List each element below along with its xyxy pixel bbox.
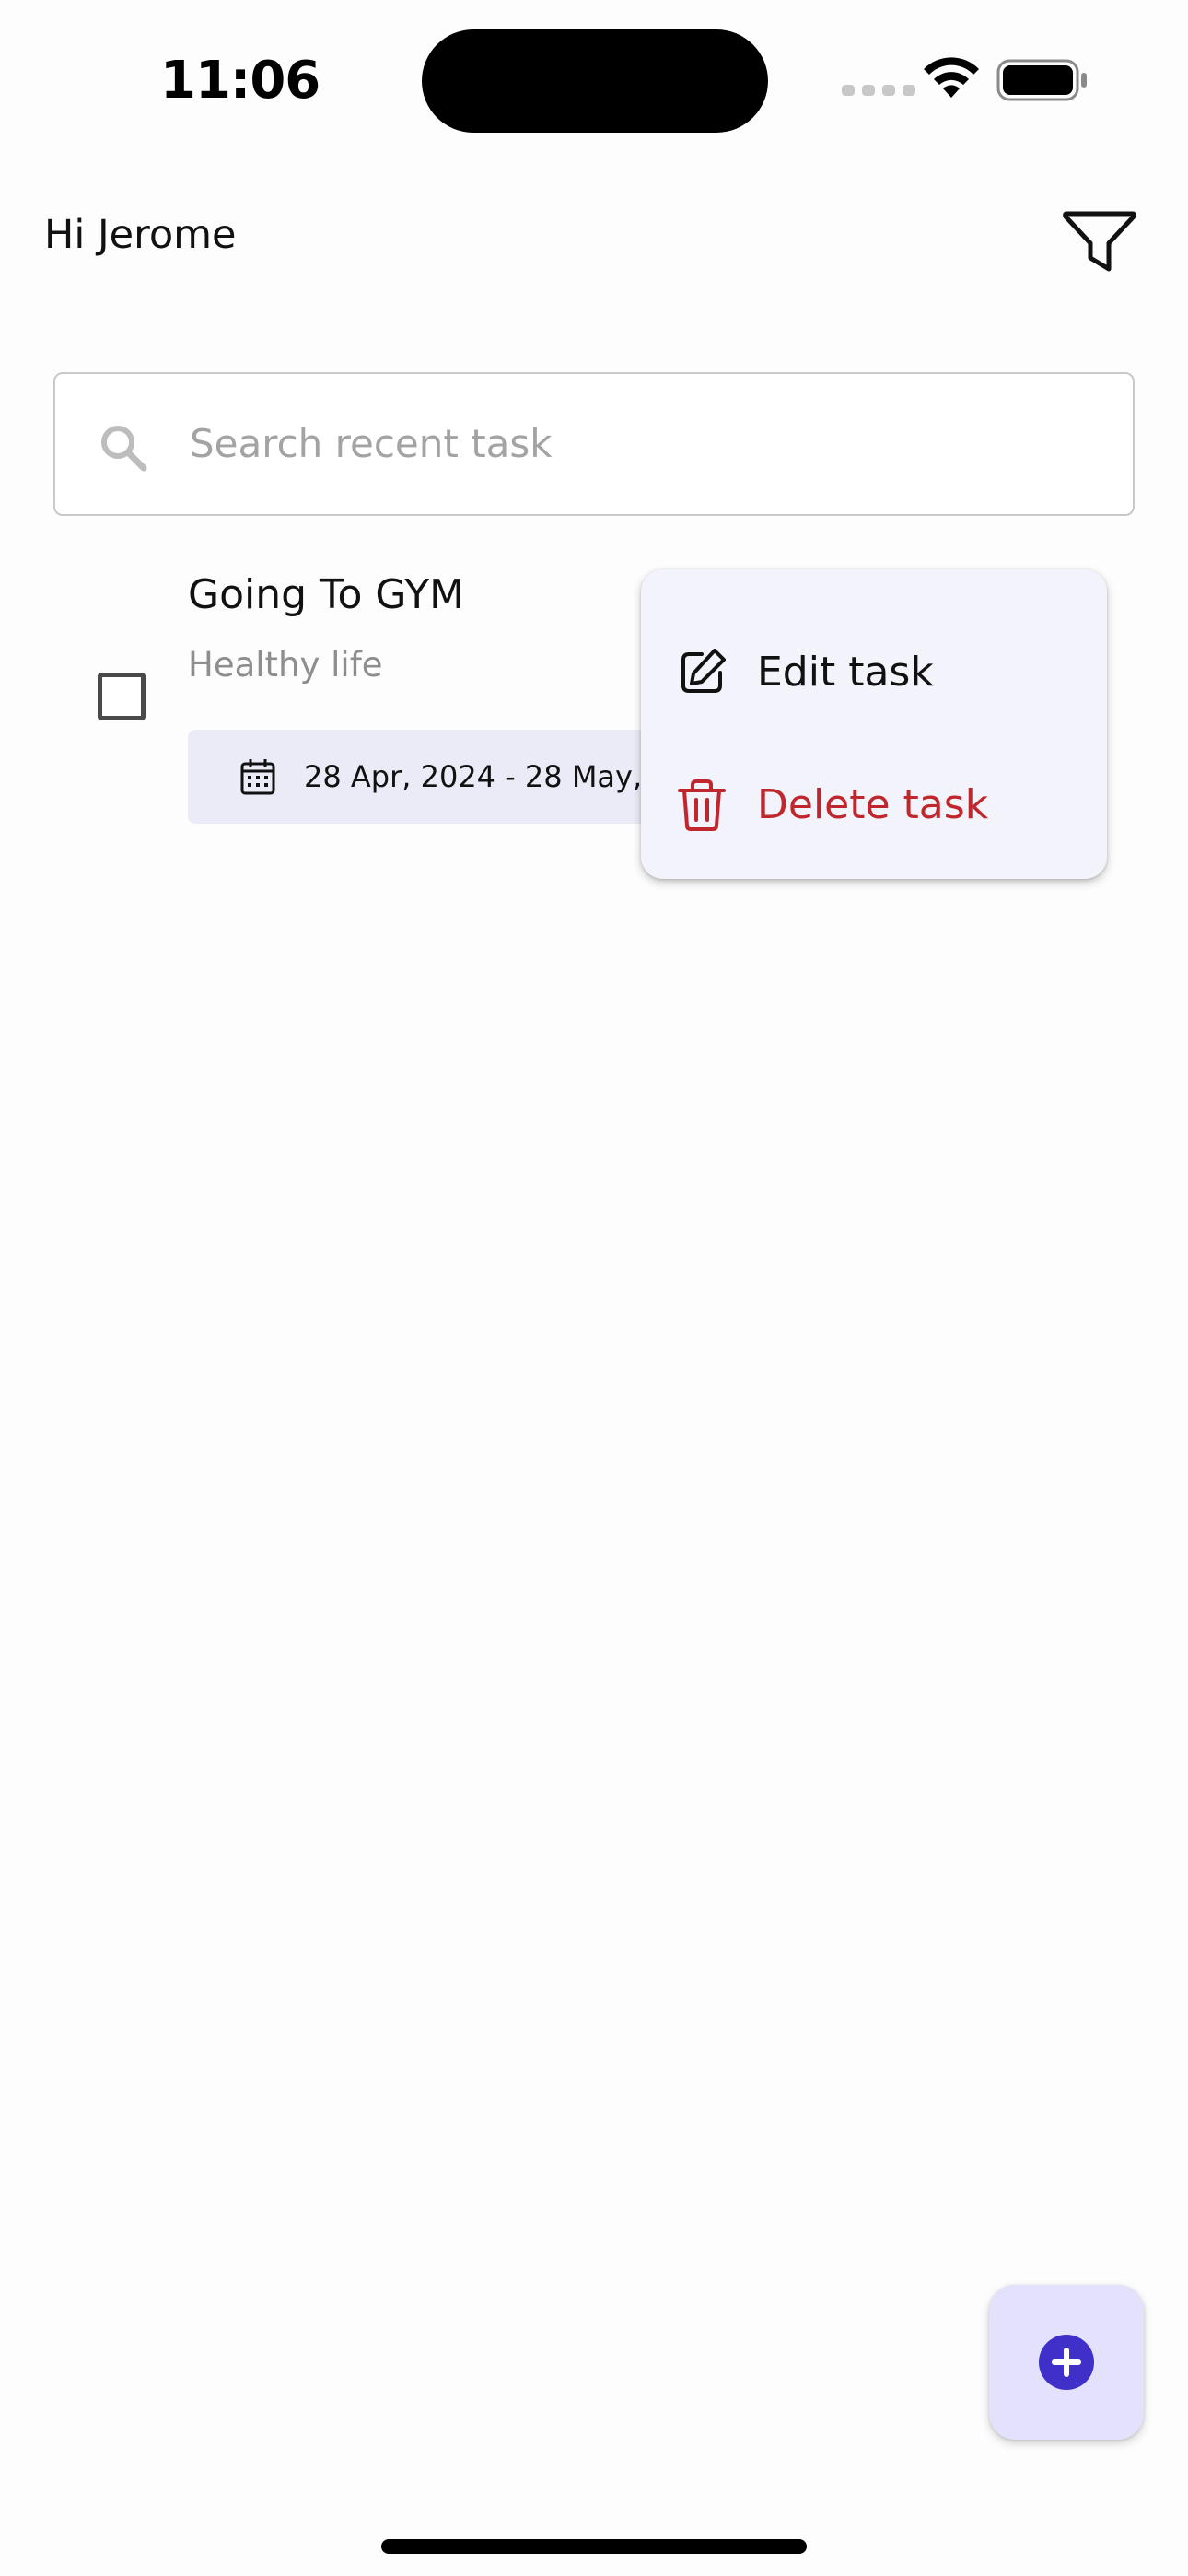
cellular-signal-icon: [842, 85, 915, 96]
edit-task-label: Edit task: [757, 649, 934, 696]
delete-task-label: Delete task: [757, 781, 989, 828]
task-list-screen: 11:06 Hi Jerome Search recent task Going…: [0, 0, 1188, 2576]
delete-task-menu-item[interactable]: Delete task: [641, 750, 1107, 861]
task-context-menu: Edit task Delete task: [641, 569, 1107, 879]
status-time: 11:06: [160, 51, 320, 111]
task-checkbox[interactable]: [98, 673, 146, 720]
search-field[interactable]: Search recent task: [53, 372, 1135, 516]
wifi-icon: [924, 57, 979, 98]
add-task-button[interactable]: [989, 2285, 1144, 2440]
plus-circle-icon: [1039, 2335, 1094, 2390]
task-title: Going To GYM: [188, 571, 465, 618]
battery-icon: [996, 59, 1087, 101]
search-icon: [101, 426, 147, 472]
edit-icon: [681, 649, 726, 693]
task-date-range: 28 Apr, 2024 - 28 May, 2: [304, 759, 670, 794]
trash-icon: [678, 779, 726, 831]
calendar-icon: [240, 759, 275, 795]
search-placeholder: Search recent task: [190, 421, 553, 466]
task-date-chip: 28 Apr, 2024 - 28 May, 2: [188, 730, 704, 824]
filter-icon[interactable]: [1061, 206, 1138, 276]
edit-task-menu-item[interactable]: Edit task: [641, 617, 1107, 728]
task-subtitle: Healthy life: [188, 645, 383, 685]
home-indicator[interactable]: [381, 2539, 807, 2554]
greeting-title: Hi Jerome: [44, 212, 237, 258]
dynamic-island: [422, 29, 768, 133]
